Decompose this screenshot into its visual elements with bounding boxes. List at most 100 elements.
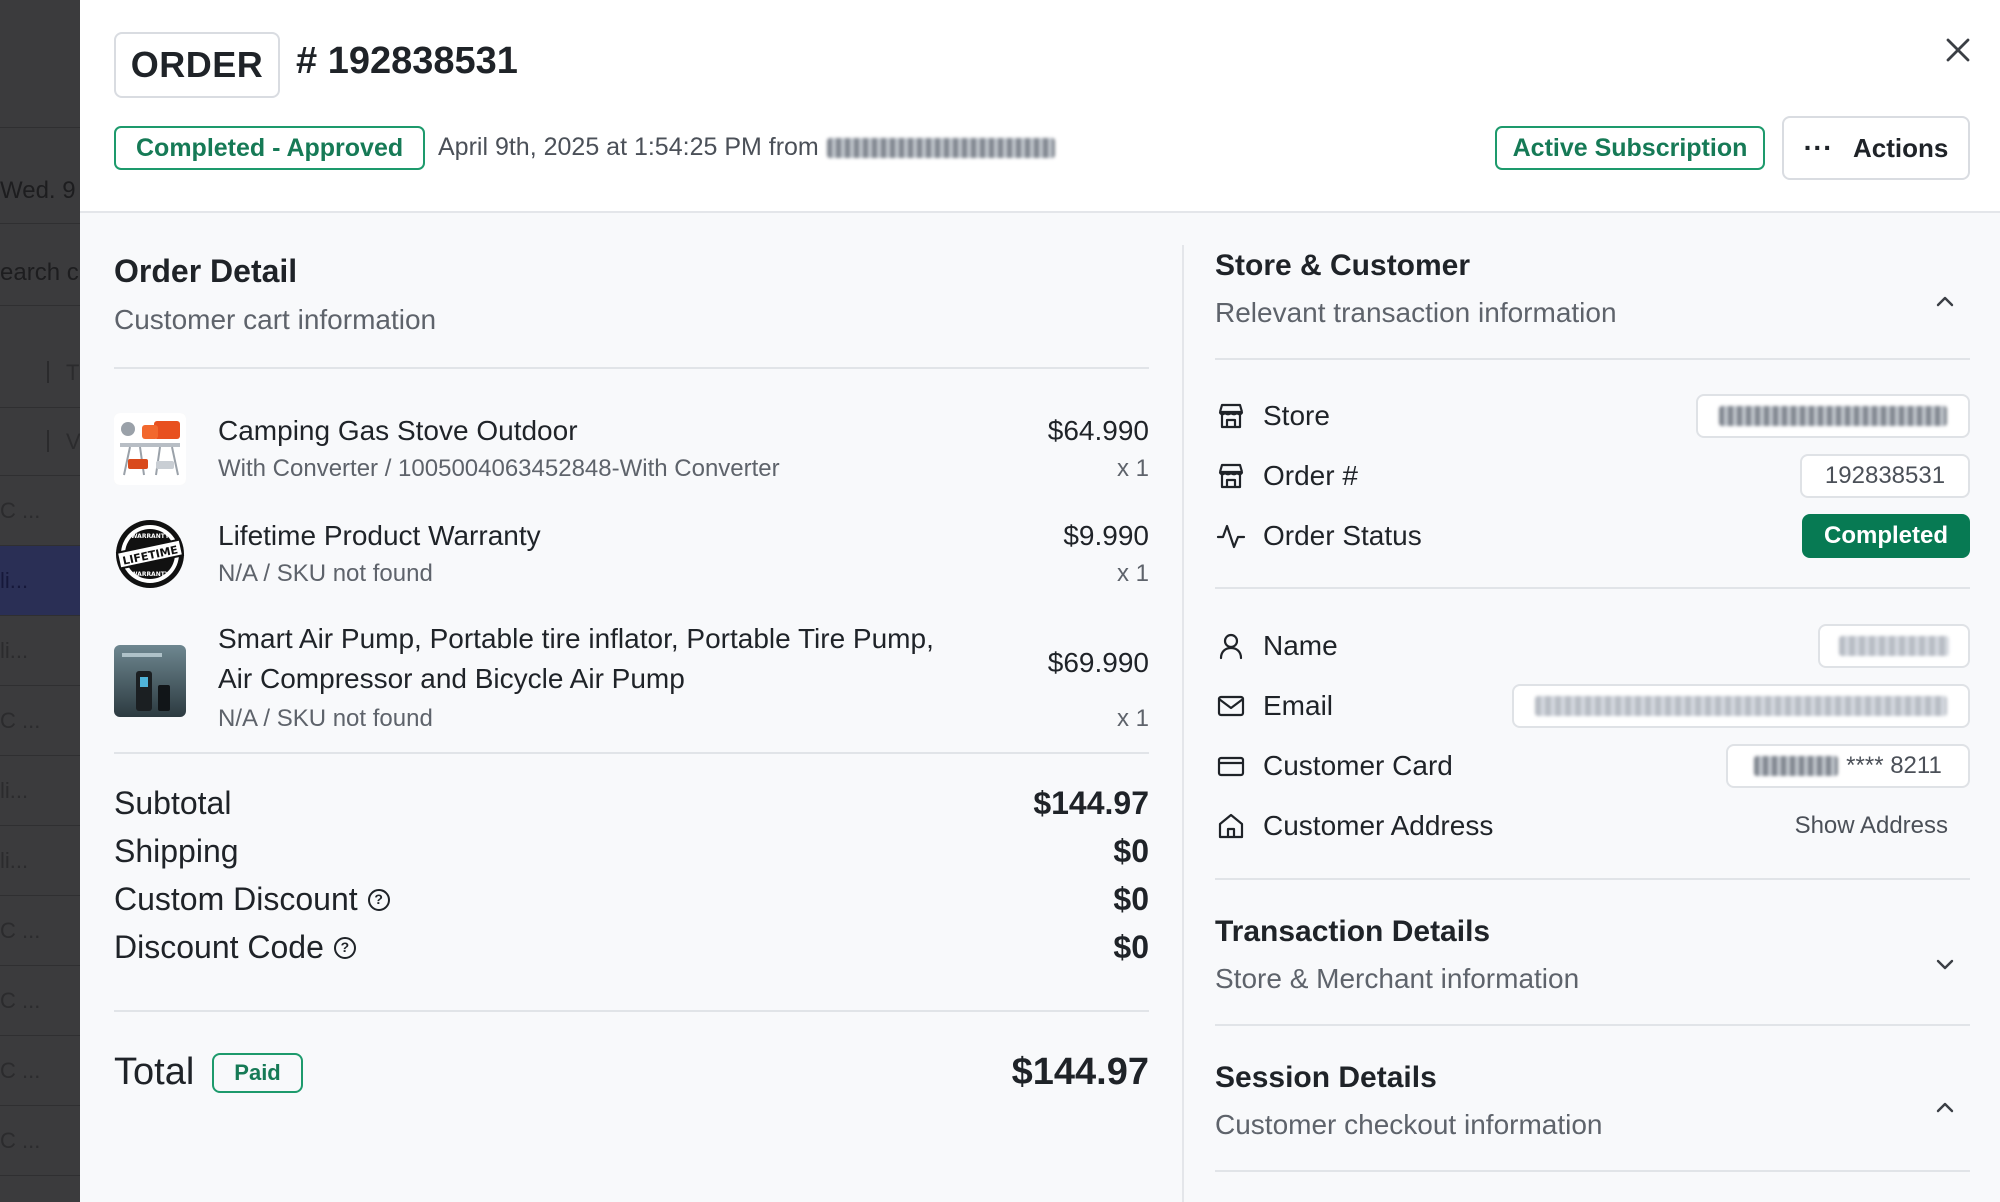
subtotal-row: Subtotal $144.97 (114, 785, 1149, 822)
customer-name-value[interactable] (1818, 624, 1970, 668)
order-detail-title: Order Detail (114, 253, 298, 289)
cart-item-meta: N/A / SKU not found (218, 705, 433, 732)
customer-name-label: Name (1263, 630, 1338, 661)
cart-item-name: Camping Gas Stove Outdoor (218, 415, 578, 446)
store-icon (1215, 460, 1247, 492)
transaction-details-subtitle: Store & Merchant information (1215, 963, 1580, 994)
chevron-up-icon[interactable] (1932, 289, 1958, 315)
transaction-details-title: Transaction Details (1215, 915, 1491, 948)
chevron-down-icon[interactable] (1932, 951, 1958, 977)
session-details-subtitle: Customer checkout information (1215, 1109, 1603, 1140)
subtotal-value: $144.97 (1033, 785, 1149, 821)
user-icon (1215, 630, 1247, 662)
more-icon: ... (1803, 125, 1833, 156)
bg-row: li... (0, 826, 80, 896)
bg-row: C ... (0, 896, 80, 966)
paid-badge: Paid (212, 1052, 303, 1093)
discount-code-value: $0 (1113, 929, 1149, 965)
store-customer-title: Store & Customer (1215, 249, 1471, 282)
show-address-link[interactable]: Show Address (1795, 812, 1948, 840)
chevron-up-icon[interactable] (1932, 1095, 1958, 1121)
background-page: Wed. 9 earch c T V C ... li... li... C .… (0, 0, 80, 1202)
customer-card-value[interactable]: **** 8211 (1726, 744, 1970, 788)
bg-divider (47, 361, 49, 383)
subtotal-label: Subtotal (114, 785, 232, 821)
bg-divider (47, 430, 49, 452)
bg-row (0, 0, 80, 128)
order-detail-header: Order Detail Customer cart information (114, 253, 436, 336)
divider (114, 1010, 1149, 1012)
order-label-chip: ORDER (114, 32, 280, 98)
cart-item[interactable]: Smart Air Pump, Portable tire inflator, … (114, 613, 1149, 743)
redacted-store-name (826, 137, 1055, 158)
redacted-name (1839, 636, 1949, 656)
cart-item-price: $69.990 (1047, 647, 1149, 678)
store-label: Store (1263, 400, 1330, 431)
warranty-badge-bottom-text: WARRANTY (131, 571, 170, 578)
redacted-card-prefix (1754, 756, 1839, 776)
cart-item-name: Lifetime Product Warranty (218, 520, 541, 551)
bg-row: V (0, 408, 80, 476)
bg-row: T (0, 338, 80, 408)
order-detail-subtitle: Customer cart information (114, 304, 437, 335)
total-row: Total Paid $144.97 (114, 1051, 1149, 1094)
order-number-value[interactable]: 192838531 (1800, 454, 1970, 498)
bg-row: Wed. 9 (0, 158, 80, 224)
column-divider (1182, 245, 1184, 1202)
customer-name-row: Name (1215, 623, 1970, 669)
transaction-details-header[interactable]: Transaction Details Store & Merchant inf… (1215, 915, 1970, 995)
shipping-label: Shipping (114, 833, 239, 869)
actions-label: Actions (1853, 132, 1949, 163)
divider (1215, 878, 1970, 880)
help-icon[interactable]: ? (333, 936, 356, 959)
close-icon (1946, 38, 1970, 62)
customer-email-value[interactable] (1512, 684, 1970, 728)
bg-row: earch c (0, 240, 80, 306)
store-value (1696, 394, 1970, 438)
cart-item-meta: N/A / SKU not found (218, 560, 433, 587)
store-customer-subtitle: Relevant transaction information (1215, 297, 1617, 328)
divider (1215, 587, 1970, 589)
subscription-badge[interactable]: Active Subscription (1495, 126, 1765, 170)
divider (1215, 1170, 1970, 1172)
close-button[interactable] (1938, 30, 1978, 70)
discount-code-row: Discount Code ? $0 (114, 929, 1149, 966)
order-number-row: Order # 192838531 (1215, 453, 1970, 499)
home-icon (1215, 810, 1247, 842)
custom-discount-row: Custom Discount ? $0 (114, 881, 1149, 918)
cart-item-qty: x 1 (1116, 560, 1149, 587)
session-details-title: Session Details (1215, 1061, 1437, 1094)
store-customer-header[interactable]: Store & Customer Relevant transaction in… (1215, 249, 1970, 329)
bg-row: li... (0, 756, 80, 826)
bg-row: C ... (0, 686, 80, 756)
customer-email-row: Email (1215, 683, 1970, 729)
customer-address-row: Customer Address Show Address (1215, 803, 1970, 849)
cart-item-price: $64.990 (1047, 415, 1149, 446)
redacted-email (1535, 696, 1947, 716)
customer-email-label: Email (1263, 690, 1334, 721)
session-details-header[interactable]: Session Details Customer checkout inform… (1215, 1061, 1970, 1141)
divider (114, 367, 1149, 369)
total-label: Total Paid (114, 1051, 303, 1094)
custom-discount-value: $0 (1113, 881, 1149, 917)
divider (1215, 1024, 1970, 1026)
cart-item[interactable]: LIFETIME WARRANTY WARRANTY Lifetime Prod… (114, 508, 1149, 598)
order-number-label: Order # (1263, 460, 1358, 491)
lifetime-warranty-badge: LIFETIME WARRANTY WARRANTY (114, 518, 186, 590)
cart-item-qty: x 1 (1116, 705, 1149, 732)
order-status-row: Order Status Completed (1215, 513, 1970, 559)
store-row: Store (1215, 393, 1970, 439)
order-status-badge: Completed - Approved (114, 126, 426, 170)
shipping-value: $0 (1113, 833, 1149, 869)
cart-item-qty: x 1 (1116, 455, 1149, 482)
bg-row: C ... (0, 966, 80, 1036)
redacted-store (1719, 406, 1947, 426)
bg-row: li... (0, 616, 80, 686)
bg-row: C ... (0, 1036, 80, 1106)
order-status-label: Order Status (1263, 520, 1422, 551)
help-icon[interactable]: ? (367, 888, 390, 911)
order-date: April 9th, 2025 at 1:54:25 PM from (438, 133, 1055, 162)
customer-card-row: Customer Card **** 8211 (1215, 743, 1970, 789)
actions-button[interactable]: ... Actions (1782, 116, 1970, 180)
cart-item[interactable]: Camping Gas Stove Outdoor With Converter… (114, 403, 1149, 493)
